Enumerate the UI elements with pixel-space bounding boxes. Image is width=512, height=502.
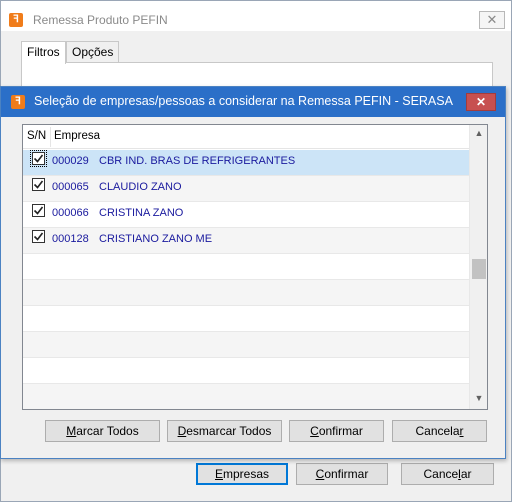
vertical-scrollbar[interactable]: ▲ ▼ xyxy=(469,125,487,409)
back-button-bar: Empresas Confirmar Cancelar xyxy=(1,457,511,501)
empty-row xyxy=(23,332,469,358)
scroll-up-icon[interactable]: ▲ xyxy=(473,128,485,140)
dialog-confirmar-button[interactable]: Confirmar xyxy=(289,420,384,442)
checkmark-icon xyxy=(33,232,44,241)
dialog-cancelar-mnemonic: r xyxy=(459,424,464,438)
tab-filtros-label: Filtros xyxy=(27,45,60,59)
tab-opcoes[interactable]: Opções xyxy=(66,41,120,63)
table-row[interactable]: 000066 CRISTINA ZANO xyxy=(23,202,469,228)
scrollbar-thumb[interactable] xyxy=(472,259,486,279)
app-icon: ꟻ xyxy=(9,13,23,27)
empty-row xyxy=(23,280,469,306)
close-icon: ✕ xyxy=(486,12,498,27)
row-name: CBR IND. BRAS DE REFRIGERANTES xyxy=(99,155,296,167)
dialog-close-button[interactable]: ✕ xyxy=(466,93,496,111)
close-icon: ✕ xyxy=(475,95,487,109)
row-checkbox[interactable] xyxy=(32,230,45,243)
dialog-titlebar[interactable]: ꟻ Seleção de empresas/pessoas a consider… xyxy=(1,87,505,117)
row-name: CRISTIANO ZANO ME xyxy=(99,233,213,245)
tab-filtros[interactable]: Filtros xyxy=(21,41,66,64)
back-titlebar[interactable]: ꟻ Remessa Produto PEFIN ✕ xyxy=(1,1,511,31)
row-name: CRISTINA ZANO xyxy=(99,207,184,219)
empty-row xyxy=(23,254,469,280)
back-window-title: Remessa Produto PEFIN xyxy=(33,13,168,27)
selection-dialog: ꟻ Seleção de empresas/pessoas a consider… xyxy=(0,86,506,459)
row-code: 000128 xyxy=(52,233,89,245)
tab-opcoes-label: Opções xyxy=(72,45,114,59)
marcar-todos-mnemonic: M xyxy=(66,424,77,438)
dialog-confirmar-mnemonic: C xyxy=(310,424,319,438)
row-code: 000065 xyxy=(52,181,89,193)
dialog-cancelar-label-pre: Cancela xyxy=(415,424,460,438)
dialog-title: Seleção de empresas/pessoas a considerar… xyxy=(34,94,453,108)
scroll-down-icon[interactable]: ▼ xyxy=(473,393,485,405)
back-confirmar-label: onfirmar xyxy=(324,467,369,481)
row-code: 000029 xyxy=(52,155,89,167)
table-row[interactable]: 000128 CRISTIANO ZANO ME xyxy=(23,228,469,254)
row-checkbox[interactable] xyxy=(32,178,45,191)
empty-row xyxy=(23,306,469,332)
checkmark-icon xyxy=(33,206,44,215)
back-confirmar-button[interactable]: Confirmar xyxy=(296,463,388,485)
marcar-todos-button[interactable]: Marcar Todos xyxy=(45,420,160,442)
empresas-mnemonic: E xyxy=(214,467,223,481)
dialog-button-bar: Marcar Todos Desmarcar Todos Confirmar C… xyxy=(1,417,505,447)
company-list[interactable]: S/N Empresa 000029 CBR IND. BRAS DE REFRI… xyxy=(22,124,488,410)
tabstrip: Filtros Opções xyxy=(21,41,493,64)
empresas-label: mpresas xyxy=(223,467,270,481)
row-checkbox[interactable] xyxy=(30,150,47,167)
checkmark-icon xyxy=(33,180,44,189)
desmarcar-todos-label: esmarcar Todos xyxy=(186,424,272,438)
column-header-sn[interactable]: S/N xyxy=(27,130,46,142)
empty-row xyxy=(23,358,469,384)
marcar-todos-label: arcar Todos xyxy=(76,424,139,438)
list-header: S/N Empresa xyxy=(23,125,469,149)
desmarcar-todos-mnemonic: D xyxy=(177,424,187,438)
desmarcar-todos-button[interactable]: Desmarcar Todos xyxy=(167,420,282,442)
table-row[interactable]: 000029 CBR IND. BRAS DE REFRIGERANTES xyxy=(23,150,469,176)
empty-row xyxy=(23,384,469,409)
row-name: CLAUDIO ZANO xyxy=(99,181,182,193)
table-row[interactable]: 000065 CLAUDIO ZANO xyxy=(23,176,469,202)
back-cancelar-label-rest: ar xyxy=(460,467,472,481)
dialog-confirmar-label: onfirmar xyxy=(318,424,363,438)
empresas-button[interactable]: Empresas xyxy=(196,463,288,485)
column-header-empresa[interactable]: Empresa xyxy=(54,130,100,142)
back-cancelar-label-pre: Cance xyxy=(423,467,459,481)
back-cancelar-button[interactable]: Cancelar xyxy=(401,463,494,485)
back-close-button[interactable]: ✕ xyxy=(479,11,505,29)
checkmark-icon xyxy=(33,154,44,163)
column-divider[interactable] xyxy=(50,127,51,147)
row-checkbox[interactable] xyxy=(32,204,45,217)
app-icon: ꟻ xyxy=(11,95,25,109)
row-code: 000066 xyxy=(52,207,89,219)
dialog-cancelar-button[interactable]: Cancelar xyxy=(392,420,487,442)
